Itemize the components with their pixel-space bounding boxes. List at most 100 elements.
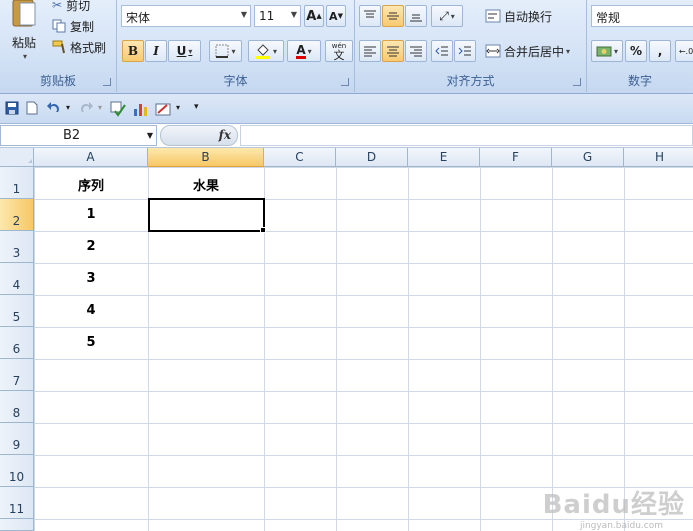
customize-toolbar-icon[interactable]: ▾: [194, 102, 199, 118]
paste-button[interactable]: 粘贴 ▾: [6, 0, 42, 64]
name-box[interactable]: B2 ▼: [0, 125, 157, 146]
alignment-group-label: 对齐方式: [446, 74, 495, 88]
column-header-c[interactable]: C: [264, 148, 336, 167]
row-header-4[interactable]: 4: [0, 263, 34, 295]
column-header-e[interactable]: E: [408, 148, 480, 167]
orientation-button[interactable]: ⤢ ▾: [431, 5, 463, 27]
number-group: 常规 ▾ % , ←.0 数字: [587, 0, 693, 92]
undo-icon[interactable]: [46, 101, 62, 117]
row-header-6[interactable]: 6: [0, 327, 34, 359]
align-middle-button[interactable]: [382, 5, 404, 27]
undo-dropdown-icon[interactable]: ▾: [66, 103, 70, 119]
shrink-font-button[interactable]: A ▼: [326, 5, 346, 27]
column-header-g[interactable]: G: [552, 148, 624, 167]
cell-a2[interactable]: 1: [34, 199, 148, 231]
align-top-button[interactable]: [359, 5, 381, 27]
merge-center-icon: [485, 44, 501, 58]
increase-indent-button[interactable]: [454, 40, 476, 62]
column-header-d[interactable]: D: [336, 148, 408, 167]
alignment-launcher-icon[interactable]: [573, 78, 581, 86]
copy-label: 复制: [70, 19, 95, 34]
bold-button[interactable]: B: [122, 40, 144, 62]
percent-label: %: [629, 44, 643, 58]
font-name-combo[interactable]: 宋体 ▼: [121, 5, 251, 27]
formula-input[interactable]: [240, 125, 693, 146]
row-header-3[interactable]: 3: [0, 231, 34, 263]
wrap-text-button[interactable]: 自动换行: [485, 5, 552, 27]
active-cell-b2[interactable]: [148, 198, 265, 232]
select-all-icon: [28, 159, 32, 163]
row-header-1[interactable]: 1: [0, 167, 34, 199]
row-header-8[interactable]: 8: [0, 391, 34, 423]
row-header-5[interactable]: 5: [0, 295, 34, 327]
format-painter-button[interactable]: 格式刷: [52, 38, 106, 56]
quick-access-toolbar: ▾ ▾ ▾ ▾: [0, 94, 693, 124]
grow-font-button[interactable]: A ▲: [304, 5, 324, 27]
copy-button[interactable]: 复制: [52, 17, 94, 35]
number-format-value: 常规: [596, 11, 621, 25]
align-bottom-icon: [410, 14, 422, 22]
align-left-button[interactable]: [359, 40, 381, 62]
clipboard-launcher-icon[interactable]: [103, 78, 111, 86]
insert-function-icon[interactable]: fx: [219, 128, 231, 142]
increase-decimal-button[interactable]: ←.0: [675, 40, 693, 62]
align-right-button[interactable]: [405, 40, 427, 62]
save-icon[interactable]: [5, 101, 19, 117]
row-header-9[interactable]: 9: [0, 423, 34, 455]
increase-decimal-icon: ←.0: [678, 46, 693, 56]
column-header-h[interactable]: H: [624, 148, 693, 167]
column-header-a[interactable]: A: [34, 148, 148, 167]
cell-a3[interactable]: 2: [34, 231, 148, 263]
spelling-check-icon[interactable]: [110, 101, 126, 117]
column-divider: [552, 167, 553, 531]
chart-icon[interactable]: [132, 101, 150, 117]
currency-button[interactable]: ▾: [591, 40, 623, 62]
comma-button[interactable]: ,: [649, 40, 671, 62]
cell-a4[interactable]: 3: [34, 263, 148, 295]
row-header-12[interactable]: [0, 519, 34, 531]
number-format-combo[interactable]: 常规: [591, 5, 693, 27]
phonetic-button[interactable]: wén 文: [325, 40, 353, 62]
font-launcher-icon[interactable]: [341, 78, 349, 86]
wrap-text-label: 自动换行: [504, 9, 553, 24]
select-all-corner[interactable]: [0, 148, 34, 167]
paste-icon: [12, 0, 36, 27]
cell-a1[interactable]: 序列: [34, 167, 148, 199]
italic-label: I: [153, 44, 159, 58]
redo-icon[interactable]: [78, 101, 94, 117]
column-header-b[interactable]: B: [148, 148, 264, 167]
align-bottom-button[interactable]: [405, 5, 427, 27]
watermark-logo: Baidu经验: [542, 490, 685, 520]
font-color-button[interactable]: A ▾: [287, 40, 321, 62]
cell-a5[interactable]: 4: [34, 295, 148, 327]
fill-color-button[interactable]: ▾: [248, 40, 284, 62]
row-header-7[interactable]: 7: [0, 359, 34, 391]
merge-center-button[interactable]: 合并后居中 ▾: [485, 40, 570, 62]
percent-button[interactable]: %: [625, 40, 647, 62]
font-size-combo[interactable]: 11 ▼: [254, 5, 301, 27]
wrap-text-icon: [485, 9, 501, 23]
underline-button[interactable]: U ▾: [168, 40, 201, 62]
name-box-value: B2: [63, 128, 81, 143]
drawing-icon[interactable]: [155, 101, 173, 117]
column-header-f[interactable]: F: [480, 148, 552, 167]
redo-dropdown-icon[interactable]: ▾: [98, 103, 102, 119]
fill-handle[interactable]: [260, 227, 266, 233]
borders-button[interactable]: ▾: [209, 40, 242, 62]
grow-font-label: A: [306, 8, 317, 24]
cut-button[interactable]: ✂ 剪切: [52, 0, 90, 14]
drawing-dropdown-icon[interactable]: ▾: [176, 103, 180, 119]
row-header-11[interactable]: 11: [0, 487, 34, 519]
chevron-down-icon[interactable]: ▼: [147, 131, 153, 140]
cell-a6[interactable]: 5: [34, 327, 148, 359]
row-header-10[interactable]: 10: [0, 455, 34, 487]
decrease-indent-button[interactable]: [431, 40, 453, 62]
new-document-icon[interactable]: [26, 101, 38, 117]
align-center-button[interactable]: [382, 40, 404, 62]
cell-b1[interactable]: 水果: [148, 167, 264, 199]
format-painter-label: 格式刷: [70, 40, 107, 55]
decrease-indent-icon: [435, 46, 448, 56]
font-group: 宋体 ▼ 11 ▼ A ▲ A ▼ B I U ▾ ▾ ▾ A ▾ wén 文 …: [117, 0, 355, 92]
italic-button[interactable]: I: [145, 40, 167, 62]
row-header-2[interactable]: 2: [0, 199, 34, 231]
